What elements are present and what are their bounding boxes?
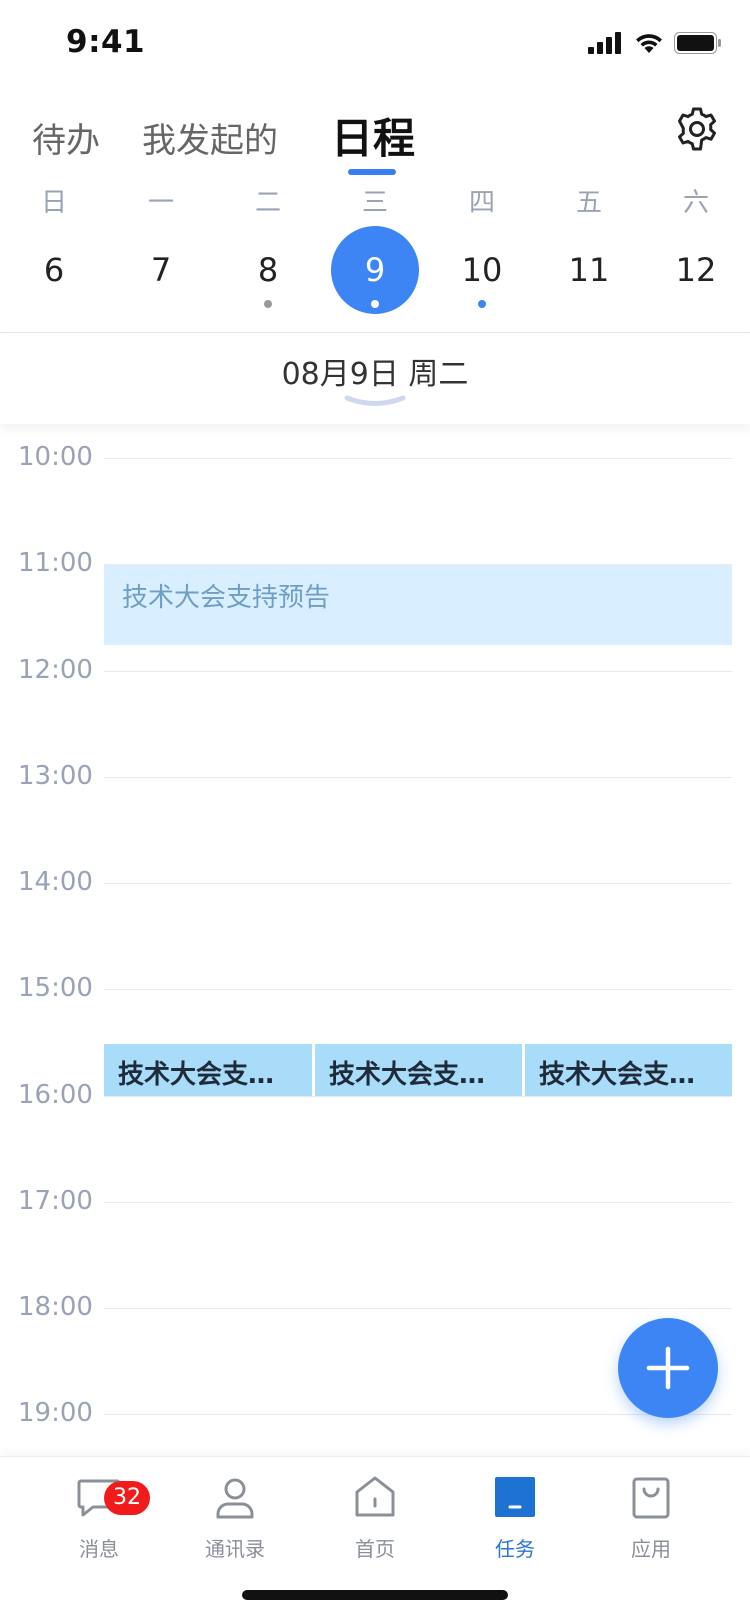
hour-label: 17:00 (18, 1186, 93, 1216)
weekday-label: 三 (361, 188, 388, 218)
calendar-day[interactable]: 10 (438, 226, 526, 314)
tabbar-item-tasks[interactable]: 任务 (460, 1473, 570, 1562)
battery-icon (674, 32, 721, 54)
day-number: 7 (150, 251, 172, 289)
hour-row: 15:00 (0, 973, 750, 1003)
event-card[interactable]: 技术大会支持预告 (315, 1044, 522, 1096)
tabbar-label: 应用 (631, 1537, 671, 1561)
hour-row: 13:00 (0, 761, 750, 791)
hour-row: 16:00 (0, 1080, 750, 1110)
event-card[interactable]: 技术大会支持预告 (104, 565, 732, 645)
hour-label: 12:00 (18, 655, 93, 685)
add-event-button[interactable] (618, 1318, 718, 1418)
tab-initiated[interactable]: 我发起的 (142, 113, 278, 162)
hour-label: 18:00 (18, 1292, 93, 1322)
event-card[interactable]: 技术大会支持预告 (104, 1044, 312, 1096)
hour-label: 14:00 (18, 867, 93, 897)
day-number: 11 (568, 251, 610, 289)
hour-divider (104, 883, 732, 884)
tabbar-label: 通讯录 (205, 1537, 265, 1561)
plus-icon (646, 1346, 690, 1390)
unread-badge: 32 (104, 1481, 150, 1515)
hour-label: 10:00 (18, 442, 93, 472)
day-number: 10 (461, 251, 503, 289)
tabbar-item-contacts[interactable]: 通讯录 (180, 1473, 290, 1562)
hour-divider (104, 777, 732, 778)
task-icon (495, 1477, 535, 1517)
tabbar-label: 任务 (495, 1537, 535, 1561)
hour-label: 11:00 (18, 548, 93, 578)
event-dot (478, 300, 486, 308)
hour-row: 17:00 (0, 1186, 750, 1216)
signal-icon (588, 32, 621, 54)
wifi-icon (636, 34, 662, 53)
calendar-day-selected[interactable]: 9 (331, 226, 419, 314)
status-time: 9:41 (66, 24, 146, 60)
calendar-day[interactable]: 7 (117, 226, 205, 314)
tabbar-label: 消息 (79, 1537, 119, 1561)
weekday-label: 一 (147, 188, 174, 218)
weekday-label: 二 (254, 188, 281, 218)
calendar-day[interactable]: 6 (10, 226, 98, 314)
day-timeline[interactable]: 10:00 11:00 12:00 13:00 14:00 15:00 16:0… (0, 424, 750, 1456)
event-dot (371, 300, 379, 308)
hour-divider (104, 1308, 732, 1309)
status-bar: 9:41 (0, 0, 750, 88)
calendar-day[interactable]: 12 (652, 226, 740, 314)
contacts-icon (216, 1478, 254, 1519)
hour-divider (104, 458, 732, 459)
hour-divider (104, 671, 732, 672)
home-icon (355, 1476, 395, 1517)
hour-row: 12:00 (0, 655, 750, 685)
top-tabs: 待办 我发起的 日程 (0, 100, 750, 180)
hour-label: 19:00 (18, 1398, 93, 1428)
tabbar-item-home[interactable]: 首页 (320, 1473, 430, 1562)
hour-row: 18:00 (0, 1292, 750, 1322)
selected-date-header[interactable]: 08月9日 周二 (0, 332, 750, 424)
hour-divider (104, 1096, 732, 1097)
calendar-day[interactable]: 11 (545, 226, 633, 314)
event-card[interactable]: 技术大会支持预告 (525, 1044, 732, 1096)
tab-schedule[interactable]: 日程 (331, 105, 415, 166)
day-number: 8 (257, 251, 279, 289)
week-days: 6 7 8 9 10 11 12 (0, 226, 750, 318)
tabbar-item-apps[interactable]: 应用 (596, 1473, 706, 1562)
day-number: 9 (364, 251, 386, 289)
weekday-label: 六 (682, 188, 709, 218)
calendar-day[interactable]: 8 (224, 226, 312, 314)
hour-label: 16:00 (18, 1080, 93, 1110)
tab-todo[interactable]: 待办 (32, 113, 100, 162)
event-dot (264, 300, 272, 308)
home-indicator (242, 1590, 508, 1600)
hour-row: 10:00 (0, 442, 750, 472)
hour-divider (104, 989, 732, 990)
day-number: 6 (43, 251, 65, 289)
selected-date: 08月9日 周二 (281, 357, 469, 392)
hour-label: 13:00 (18, 761, 93, 791)
active-tab-indicator (348, 169, 396, 175)
tabbar-item-messages[interactable]: 消息 32 (44, 1473, 154, 1562)
chevron-down-icon[interactable] (343, 395, 407, 411)
day-number: 12 (675, 251, 717, 289)
weekday-label: 日 (40, 188, 67, 218)
weekday-label: 五 (575, 188, 602, 218)
hour-row: 14:00 (0, 867, 750, 897)
status-icons (588, 32, 722, 54)
tabbar-label: 首页 (355, 1537, 395, 1561)
weekday-label: 四 (468, 188, 495, 218)
hour-divider (104, 1202, 732, 1203)
gear-icon[interactable] (674, 106, 720, 152)
apps-bag-icon (632, 1477, 670, 1519)
hour-label: 15:00 (18, 973, 93, 1003)
week-labels: 日 一 二 三 四 五 六 (0, 182, 750, 222)
